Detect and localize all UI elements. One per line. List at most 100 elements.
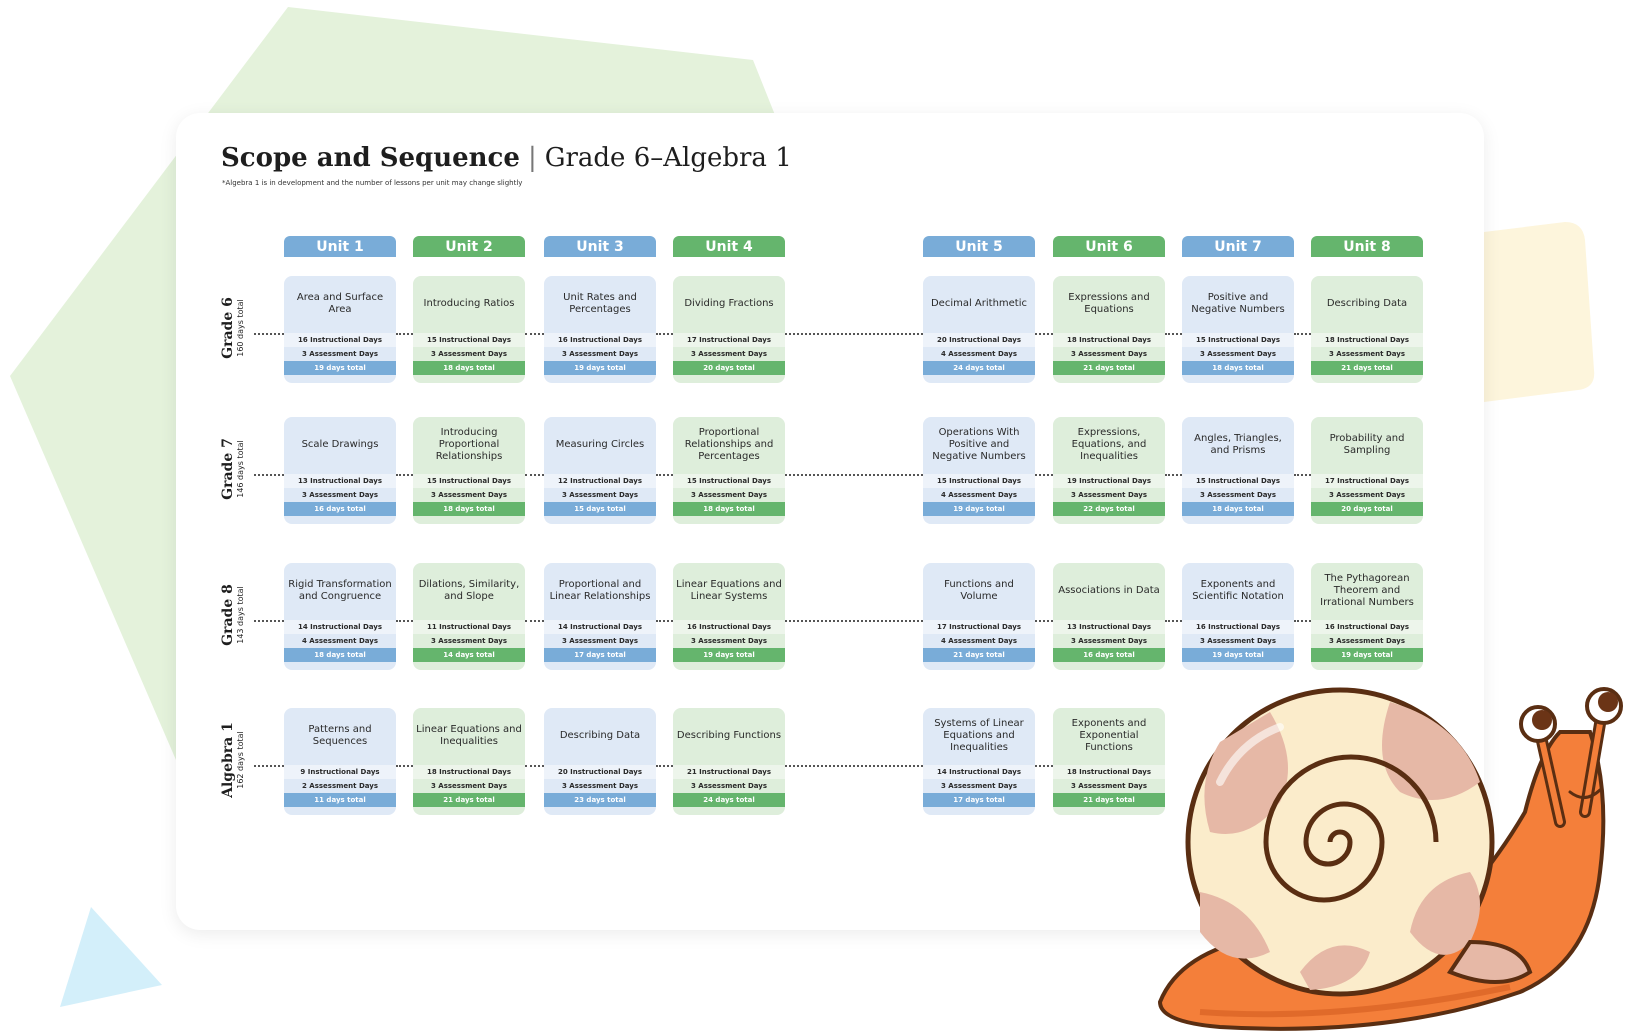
page-title: Scope and Sequence | Grade 6–Algebra 1 — [221, 143, 792, 173]
unit-card[interactable]: Probability and Sampling 17 Instructional… — [1311, 417, 1423, 524]
unit-card[interactable]: Rigid Transformation and Congruence 14 In… — [284, 563, 396, 670]
total-days: 21 days total — [413, 793, 525, 807]
unit-title: Probability and Sampling — [1329, 433, 1405, 456]
unit-title: Proportional and Linear Relationships — [549, 579, 651, 602]
total-days: 17 days total — [544, 648, 656, 662]
grade-name: Grade 7 — [220, 438, 236, 500]
unit-header-8: Unit 8 — [1311, 236, 1423, 257]
instructional-days: 15 Instructional Days — [673, 474, 785, 488]
unit-card[interactable]: Describing Data 18 Instructional Days 3 As… — [1311, 276, 1423, 383]
unit-card[interactable]: Systems of Linear Equations and Inequali… — [923, 708, 1035, 815]
unit-card[interactable]: Scale Drawings 13 Instructional Days 3 Ass… — [284, 417, 396, 524]
instructional-days: 16 Instructional Days — [284, 333, 396, 347]
connector-line — [525, 620, 544, 622]
assessment-days: 3 Assessment Days — [431, 350, 507, 358]
connector-line — [396, 765, 413, 767]
assessment-days: 3 Assessment Days — [431, 637, 507, 645]
unit-title: Introducing Ratios — [423, 298, 515, 309]
unit-card[interactable]: Introducing Ratios 15 Instructional Days 3… — [413, 276, 525, 383]
unit-title: Area and Surface Area — [296, 292, 384, 315]
assessment-days: 3 Assessment Days — [1071, 491, 1147, 499]
assessment-days: 3 Assessment Days — [941, 782, 1017, 790]
unit-card[interactable]: Expressions, Equations, and Inequalities… — [1053, 417, 1165, 524]
unit-card[interactable]: Functions and Volume 17 Instructional Day… — [923, 563, 1035, 670]
grade-label: Grade 6 160 days total — [220, 273, 246, 383]
total-days: 19 days total — [544, 361, 656, 375]
total-days: 16 days total — [1053, 648, 1165, 662]
total-days: 18 days total — [1182, 502, 1294, 516]
connector-line — [656, 620, 673, 622]
total-days: 19 days total — [673, 648, 785, 662]
unit-card[interactable]: Angles, Triangles, and Prisms 15 Instruct… — [1182, 417, 1294, 524]
unit-card[interactable]: Unit Rates and Percentages 16 Instruction… — [544, 276, 656, 383]
assessment-days: 3 Assessment Days — [1071, 350, 1147, 358]
unit-card[interactable]: Expressions and Equations 18 Instructiona… — [1053, 276, 1165, 383]
connector-line — [1165, 474, 1182, 476]
unit-card[interactable]: Dividing Fractions 17 Instructional Days 3… — [673, 276, 785, 383]
instructional-days: 13 Instructional Days — [1053, 620, 1165, 634]
unit-card[interactable]: Patterns and Sequences 9 Instructional Da… — [284, 708, 396, 815]
assessment-days: 3 Assessment Days — [691, 350, 767, 358]
unit-card[interactable]: Positive and Negative Numbers 15 Instruct… — [1182, 276, 1294, 383]
unit-card[interactable]: Exponents and Scientific Notation 16 Inst… — [1182, 563, 1294, 670]
unit-title: Expressions, Equations, and Inequalities — [1071, 427, 1147, 462]
instructional-days: 15 Instructional Days — [413, 333, 525, 347]
total-days: 20 days total — [1311, 502, 1423, 516]
total-days: 18 days total — [1182, 361, 1294, 375]
total-days: 22 days total — [1053, 502, 1165, 516]
unit-card[interactable]: Area and Surface Area 16 Instructional Da… — [284, 276, 396, 383]
connector-line — [785, 333, 923, 335]
unit-card[interactable]: Introducing Proportional Relationships 15… — [413, 417, 525, 524]
unit-title: Positive and Negative Numbers — [1191, 292, 1285, 315]
connector-line — [1294, 620, 1311, 622]
assessment-days: 3 Assessment Days — [562, 350, 638, 358]
unit-card[interactable]: Associations in Data 13 Instructional Day… — [1053, 563, 1165, 670]
instructional-days: 16 Instructional Days — [1311, 620, 1423, 634]
unit-card[interactable]: Dilations, Similarity, and Slope 11 Instr… — [413, 563, 525, 670]
instructional-days: 14 Instructional Days — [284, 620, 396, 634]
unit-title: Measuring Circles — [555, 439, 645, 450]
instructional-days: 21 Instructional Days — [673, 765, 785, 779]
assessment-days: 3 Assessment Days — [1071, 637, 1147, 645]
assessment-days: 3 Assessment Days — [431, 491, 507, 499]
unit-card[interactable]: Linear Equations and Linear Systems 16 In… — [673, 563, 785, 670]
unit-title: Unit Rates and Percentages — [563, 292, 637, 315]
instructional-days: 16 Instructional Days — [544, 333, 656, 347]
unit-card[interactable]: Describing Data 20 Instructional Days 3 As… — [544, 708, 656, 815]
unit-title: Patterns and Sequences — [308, 724, 372, 747]
assessment-days: 3 Assessment Days — [1329, 491, 1405, 499]
assessment-days: 3 Assessment Days — [1200, 350, 1276, 358]
unit-card[interactable]: Proportional and Linear Relationships 14 … — [544, 563, 656, 670]
connector-line — [1165, 620, 1182, 622]
total-days: 21 days total — [923, 648, 1035, 662]
unit-card[interactable]: Operations With Positive and Negative Nu… — [923, 417, 1035, 524]
instructional-days: 19 Instructional Days — [1053, 474, 1165, 488]
total-days: 14 days total — [413, 648, 525, 662]
connector-line — [1035, 620, 1053, 622]
assessment-days: 4 Assessment Days — [941, 637, 1017, 645]
instructional-days: 9 Instructional Days — [284, 765, 396, 779]
unit-title: Operations With Positive and Negative Nu… — [932, 427, 1026, 462]
assessment-days: 4 Assessment Days — [941, 491, 1017, 499]
connector-line — [785, 620, 923, 622]
unit-card[interactable]: Linear Equations and Inequalities 18 Inst… — [413, 708, 525, 815]
assessment-days: 2 Assessment Days — [302, 782, 378, 790]
grade-label: Grade 8 143 days total — [220, 560, 246, 670]
grade-label: Algebra 1 162 days total — [220, 705, 246, 815]
connector-line — [1165, 333, 1182, 335]
total-days: 19 days total — [1182, 648, 1294, 662]
instructional-days: 20 Instructional Days — [923, 333, 1035, 347]
total-days: 18 days total — [413, 502, 525, 516]
instructional-days: 15 Instructional Days — [1182, 333, 1294, 347]
assessment-days: 3 Assessment Days — [1329, 350, 1405, 358]
unit-card[interactable]: Proportional Relationships and Percentag… — [673, 417, 785, 524]
unit-card[interactable]: Measuring Circles 12 Instructional Days 3 … — [544, 417, 656, 524]
connector-line — [525, 474, 544, 476]
unit-header-4: Unit 4 — [673, 236, 785, 257]
instructional-days: 11 Instructional Days — [413, 620, 525, 634]
instructional-days: 15 Instructional Days — [923, 474, 1035, 488]
total-days: 19 days total — [1311, 648, 1423, 662]
unit-card[interactable]: The Pythagorean Theorem and Irrational N… — [1311, 563, 1423, 670]
unit-card[interactable]: Describing Functions 21 Instructional Day… — [673, 708, 785, 815]
unit-card[interactable]: Decimal Arithmetic 20 Instructional Days 4… — [923, 276, 1035, 383]
